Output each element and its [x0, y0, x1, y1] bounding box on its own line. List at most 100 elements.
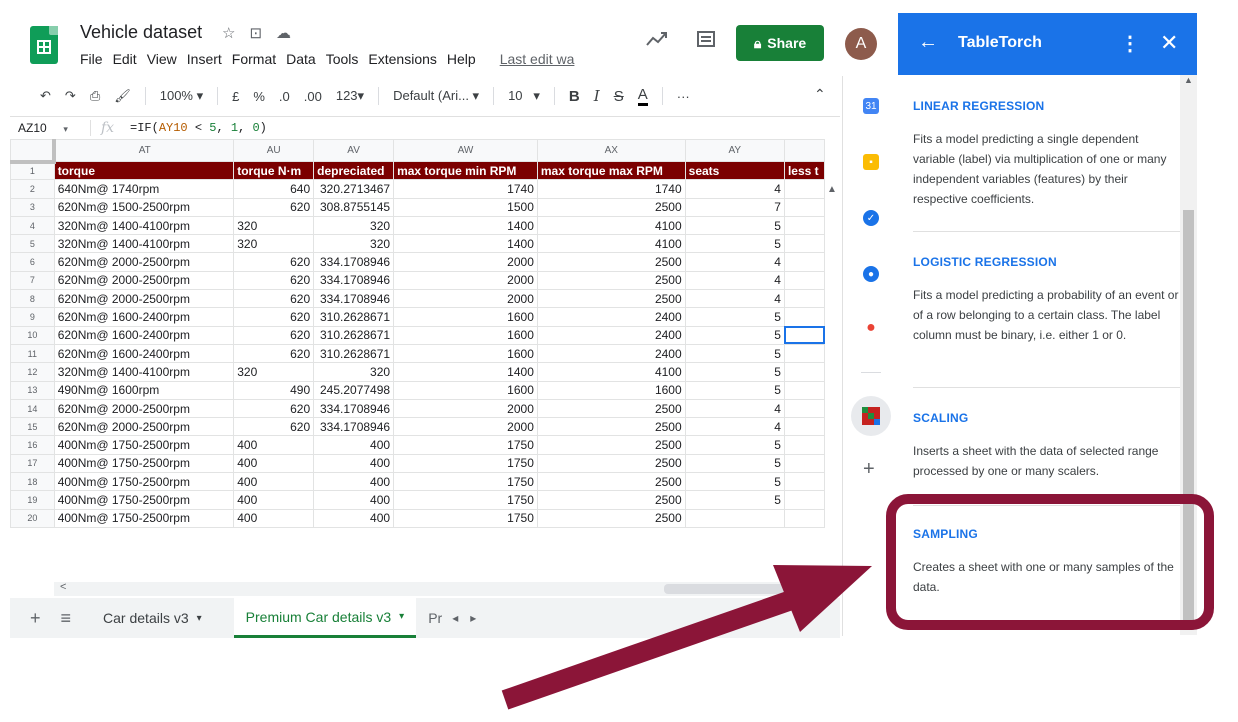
table-cell[interactable]: 2400 [536, 307, 686, 327]
table-cell[interactable] [783, 307, 825, 327]
table-cell[interactable]: 1600 [393, 325, 538, 345]
menu-format[interactable]: Format [232, 51, 276, 67]
row-header[interactable]: 2 [10, 179, 55, 199]
table-cell[interactable]: 400 [233, 435, 315, 455]
table-cell[interactable]: 2500 [536, 508, 686, 528]
header-cell[interactable]: less t [783, 160, 825, 181]
row-header[interactable]: 3 [10, 197, 55, 217]
table-cell[interactable]: 5 [684, 307, 785, 327]
table-cell[interactable]: 620Nm@ 1600-2400rpm [53, 343, 235, 364]
maps-icon[interactable]: ● [863, 319, 879, 336]
table-cell[interactable]: 2500 [536, 453, 686, 474]
row-header[interactable]: 16 [10, 435, 55, 455]
menu-insert[interactable]: Insert [187, 51, 222, 67]
table-cell[interactable]: 620Nm@ 2000-2500rpm [53, 289, 235, 309]
table-cell[interactable]: 320 [233, 215, 315, 236]
table-cell[interactable]: 640 [233, 179, 315, 199]
row-header[interactable]: 10 [10, 325, 55, 345]
table-cell[interactable]: 620 [233, 197, 315, 217]
table-cell[interactable]: 490Nm@ 1600rpm [53, 380, 235, 400]
comments-icon[interactable] [696, 30, 716, 56]
header-cell[interactable]: torque N·m [233, 160, 315, 181]
table-cell[interactable]: 400 [313, 453, 395, 474]
table-cell[interactable]: 1600 [393, 307, 538, 327]
strikethrough-button[interactable]: S [614, 88, 624, 105]
table-cell[interactable] [783, 472, 825, 492]
table-cell[interactable]: 1740 [536, 179, 686, 199]
header-cell[interactable]: seats [684, 160, 785, 181]
table-cell[interactable]: 400Nm@ 1750-2500rpm [53, 435, 235, 455]
table-cell[interactable]: 620Nm@ 2000-2500rpm [53, 398, 235, 419]
row-header[interactable]: 12 [10, 362, 55, 382]
table-cell[interactable]: 4 [684, 417, 785, 437]
table-cell[interactable]: 620 [233, 398, 315, 419]
font-size-select[interactable]: 10 ▾ [508, 88, 540, 104]
section-title[interactable]: LINEAR REGRESSION [913, 99, 1183, 113]
table-cell[interactable]: 2500 [536, 289, 686, 309]
sheets-logo-icon[interactable] [30, 26, 58, 64]
horizontal-scroll-thumb[interactable] [664, 584, 822, 594]
table-cell[interactable]: 2000 [393, 289, 538, 309]
scroll-up-icon[interactable]: ▲ [826, 184, 838, 195]
table-cell[interactable]: 620Nm@ 1600-2400rpm [53, 307, 235, 327]
row-header[interactable]: 6 [10, 252, 55, 272]
table-cell[interactable]: 400 [313, 435, 395, 455]
table-cell[interactable]: 620 [233, 289, 315, 309]
table-cell[interactable]: 2500 [536, 398, 686, 419]
table-cell[interactable]: 2400 [536, 343, 686, 364]
row-header[interactable]: 17 [10, 453, 55, 474]
row-header[interactable]: 20 [10, 508, 55, 528]
table-cell[interactable]: 1750 [393, 508, 538, 528]
row-header[interactable]: 9 [10, 307, 55, 327]
menu-file[interactable]: File [80, 51, 103, 67]
table-cell[interactable]: 400Nm@ 1750-2500rpm [53, 472, 235, 492]
table-cell[interactable]: 400 [233, 472, 315, 492]
table-cell[interactable] [783, 325, 825, 345]
table-cell[interactable]: 334.1708946 [313, 417, 395, 437]
avatar[interactable]: A [845, 28, 877, 60]
select-all-corner[interactable] [10, 139, 57, 164]
vertical-scrollbar[interactable]: ▲ [826, 184, 838, 584]
table-cell[interactable]: 640Nm@ 1740rpm [53, 179, 235, 199]
table-cell[interactable]: 1400 [393, 215, 538, 236]
table-cell[interactable]: 400Nm@ 1750-2500rpm [53, 508, 235, 528]
header-cell[interactable]: max torque min RPM [393, 160, 538, 181]
menu-help[interactable]: Help [447, 51, 476, 67]
move-folder-icon[interactable]: ⊡ [249, 24, 262, 42]
table-cell[interactable]: 2000 [393, 417, 538, 437]
tab-car-details-v3[interactable]: Car details v3 ▾ [91, 598, 214, 638]
table-cell[interactable]: 320Nm@ 1400-4100rpm [53, 362, 235, 382]
table-cell[interactable] [783, 289, 825, 309]
table-cell[interactable] [783, 435, 825, 455]
table-cell[interactable]: 5 [684, 234, 785, 254]
header-cell[interactable]: max torque max RPM [536, 160, 686, 181]
table-cell[interactable]: 620 [233, 252, 315, 272]
undo-icon[interactable]: ↶ [40, 88, 51, 104]
table-cell[interactable]: 5 [684, 453, 785, 474]
name-box[interactable]: AZ10 ▾ [10, 121, 90, 135]
table-cell[interactable] [783, 490, 825, 510]
table-cell[interactable]: 400Nm@ 1750-2500rpm [53, 453, 235, 474]
column-header[interactable]: AV [313, 139, 395, 162]
table-cell[interactable] [783, 362, 825, 382]
tab-pr-truncated[interactable]: Pr [428, 610, 442, 626]
scroll-left-icon[interactable]: < [60, 581, 66, 593]
document-title[interactable]: Vehicle dataset [80, 22, 202, 43]
table-cell[interactable]: 400 [313, 472, 395, 492]
row-header[interactable]: 11 [10, 343, 55, 364]
section-logistic-regression[interactable]: LOGISTIC REGRESSION Fits a model predict… [913, 255, 1183, 345]
table-cell[interactable]: 2500 [536, 490, 686, 510]
table-cell[interactable]: 1500 [393, 197, 538, 217]
table-cell[interactable]: 320Nm@ 1400-4100rpm [53, 215, 235, 236]
column-header[interactable] [783, 139, 825, 162]
table-cell[interactable]: 2000 [393, 252, 538, 272]
table-cell[interactable]: 400Nm@ 1750-2500rpm [53, 490, 235, 510]
table-cell[interactable]: 320 [233, 234, 315, 254]
table-cell[interactable]: 1750 [393, 435, 538, 455]
header-cell[interactable]: depreciated [313, 160, 395, 181]
table-cell[interactable]: 1750 [393, 490, 538, 510]
table-cell[interactable]: 4 [684, 179, 785, 199]
table-cell[interactable] [783, 252, 825, 272]
section-scaling[interactable]: SCALING Inserts a sheet with the data of… [913, 411, 1183, 481]
scroll-up-icon[interactable]: ▲ [1184, 75, 1193, 85]
